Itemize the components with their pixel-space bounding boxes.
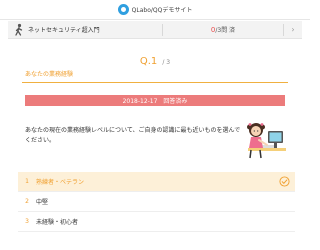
answered-status-banner: 2018-12-17 回答済み <box>25 95 285 106</box>
answered-count: 0/3問 済 <box>163 25 283 34</box>
category-divider <box>22 82 288 83</box>
total-count-label: /3問 済 <box>215 27 236 34</box>
answer-label: 熟練者・ベテラン <box>36 179 85 186</box>
girl-at-computer-illustration <box>247 123 286 159</box>
answer-label: 中堅 <box>36 199 49 206</box>
answer-list: 1 熟練者・ベテラン 2 中堅 3 未経験・初心者 <box>18 172 295 232</box>
answer-option-2[interactable]: 2 中堅 <box>18 192 295 212</box>
qlabo-logo-icon[interactable] <box>117 4 129 15</box>
answer-number: 2 <box>25 198 29 205</box>
question-number: Q.1 / 3 <box>0 49 310 68</box>
answer-number: 3 <box>25 218 29 225</box>
answer-option-1[interactable]: 1 熟練者・ベテラン <box>18 172 295 192</box>
chevron-right-icon[interactable]: › <box>284 25 302 34</box>
course-progress-bar: ネットセキュリティ超入門 0/3問 済 › <box>8 21 302 39</box>
answer-number: 1 <box>25 178 29 185</box>
question-current: Q.1 <box>139 56 158 67</box>
question-category: あなたの業務経験 <box>25 71 74 78</box>
question-text: あなたの現在の業務経験レベルについて、ご自身の認識に最も近いものを選んでください… <box>25 127 241 144</box>
site-header: QLabo/QQデモサイト <box>0 0 310 20</box>
question-total: / 3 <box>162 59 171 66</box>
walk-icon <box>15 23 23 36</box>
answer-option-3[interactable]: 3 未経験・初心者 <box>18 212 295 232</box>
check-circle-icon <box>279 176 290 187</box>
course-name: ネットセキュリティ超入門 <box>28 27 100 34</box>
site-title[interactable]: QLabo/QQデモサイト <box>132 5 193 14</box>
answer-label: 未経験・初心者 <box>36 219 79 226</box>
